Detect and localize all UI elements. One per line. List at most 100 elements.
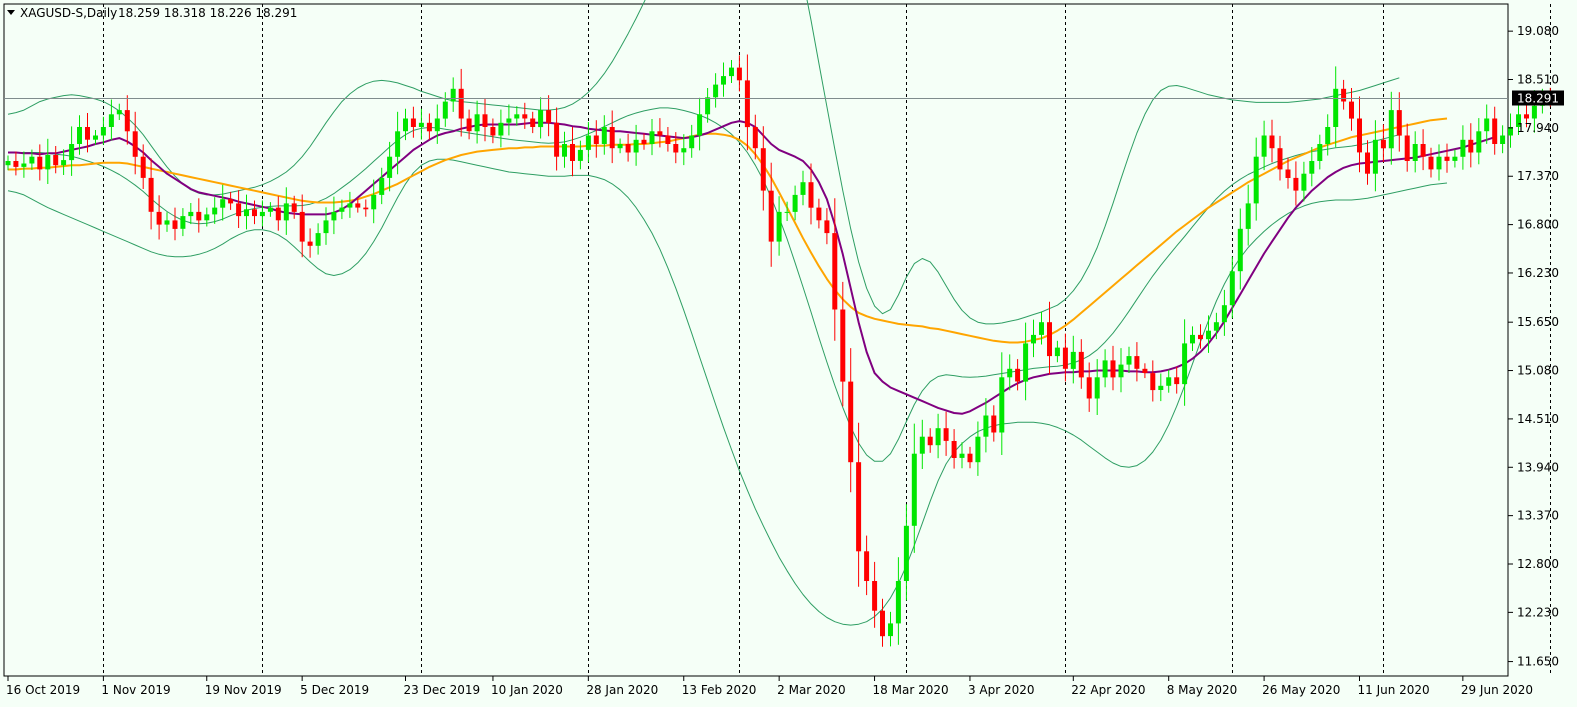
- candle-body: [37, 156, 43, 170]
- candle-body: [760, 148, 766, 191]
- candle-body: [410, 118, 416, 127]
- candle-body: [736, 67, 742, 81]
- candle-body: [800, 182, 806, 195]
- date-tick-label: 16 Oct 2019: [6, 683, 80, 697]
- date-tick-label: 3 Apr 2020: [968, 683, 1035, 697]
- date-tick-label: 5 Dec 2019: [300, 683, 369, 697]
- candle-body: [1420, 144, 1426, 157]
- candle-body: [1341, 88, 1347, 102]
- candle-body: [1253, 156, 1259, 204]
- candle-body: [188, 211, 194, 217]
- candle-body: [426, 122, 432, 132]
- candle-body: [609, 127, 615, 149]
- candle-body: [776, 211, 782, 242]
- candle-body: [1460, 139, 1466, 157]
- price-tick-label: 15.650: [1517, 315, 1559, 329]
- candle-body: [116, 110, 122, 115]
- candle-body: [721, 76, 726, 85]
- candle-body: [204, 214, 210, 221]
- price-tick-label: 15.080: [1517, 364, 1559, 378]
- candle-body: [919, 436, 925, 454]
- candle-body: [21, 163, 27, 167]
- date-tick-label: 29 Jun 2020: [1461, 683, 1533, 697]
- symbol-label: XAGUSD-S,Daily: [20, 6, 117, 20]
- candle-body: [331, 211, 337, 221]
- candle-body: [1452, 156, 1458, 161]
- price-tick-label: 16.800: [1517, 218, 1559, 232]
- candle-body: [434, 118, 440, 132]
- candle-body: [506, 118, 512, 123]
- candle-body: [275, 207, 281, 221]
- candle-body: [1166, 377, 1172, 386]
- candle-body: [29, 156, 35, 164]
- candle-body: [347, 203, 353, 208]
- candle-body: [1357, 118, 1362, 153]
- candle-body: [1484, 118, 1490, 132]
- candle-body: [283, 203, 289, 221]
- candle-body: [848, 381, 854, 463]
- candle-body: [1054, 347, 1060, 357]
- candle-body: [1492, 118, 1498, 144]
- candle-body: [1476, 131, 1482, 153]
- candle-body: [69, 144, 75, 161]
- candle-body: [673, 144, 679, 153]
- chart-background: [0, 0, 1577, 707]
- candle-body: [681, 148, 687, 153]
- date-tick-label: 19 Nov 2019: [205, 683, 282, 697]
- candle-body: [1372, 139, 1378, 174]
- candle-body: [1245, 203, 1251, 229]
- candle-body: [1126, 356, 1132, 365]
- candle-body: [1086, 377, 1092, 399]
- candle-body: [744, 80, 750, 128]
- candle-body: [1468, 139, 1474, 153]
- price-tick-label: 19.080: [1517, 24, 1559, 38]
- candle-body: [522, 114, 528, 119]
- candle-body: [307, 241, 313, 246]
- date-tick-label: 23 Dec 2019: [404, 683, 481, 697]
- candle-body: [1078, 351, 1084, 378]
- date-tick-label: 10 Jan 2020: [491, 683, 563, 697]
- price-chart[interactable]: 19.080 18.510 17.940 17.370 16.800 16.230 15.6…: [0, 0, 1577, 707]
- candle-body: [625, 144, 631, 153]
- date-tick-label: 13 Feb 2020: [682, 683, 757, 697]
- candle-body: [1158, 385, 1164, 390]
- candle-body: [212, 207, 218, 215]
- candle-body: [967, 453, 973, 463]
- candle-body: [450, 88, 456, 102]
- candle-body: [1213, 322, 1219, 331]
- candle-body: [1285, 169, 1291, 178]
- candle-body: [236, 203, 242, 217]
- candle-body: [13, 161, 19, 167]
- candle-body: [164, 220, 170, 225]
- candle-body: [856, 462, 862, 552]
- candle-body: [1524, 114, 1529, 119]
- candle-body: [1309, 161, 1315, 174]
- candle-body: [864, 551, 870, 581]
- candle-body: [689, 135, 695, 149]
- candle-body: [291, 203, 297, 212]
- price-tick-label: 13.940: [1517, 460, 1559, 474]
- chart-window: 19.080 18.510 17.940 17.370 16.800 16.230 15.6…: [0, 0, 1577, 707]
- candle-body: [641, 139, 647, 144]
- candle-body: [792, 194, 798, 212]
- candle-body: [784, 211, 790, 213]
- candle-body: [442, 101, 448, 119]
- price-tick-label: 17.370: [1517, 169, 1559, 183]
- candle-body: [85, 127, 90, 140]
- candle-body: [315, 233, 321, 246]
- candle-body: [1031, 334, 1036, 344]
- candle-body: [1333, 88, 1339, 127]
- candle-body: [124, 110, 130, 132]
- candle-body: [1293, 177, 1299, 191]
- candle-body: [1237, 228, 1243, 272]
- current-price-label: 18.291: [1517, 92, 1559, 106]
- candle-body: [1349, 101, 1354, 119]
- candle-body: [363, 207, 369, 210]
- candle-body: [577, 149, 583, 161]
- candle-body: [482, 114, 488, 127]
- candle-body: [959, 453, 965, 458]
- candle-body: [538, 110, 544, 128]
- candle-body: [1365, 152, 1370, 174]
- price-tick-label: 18.510: [1517, 73, 1559, 87]
- candle-body: [1062, 347, 1068, 369]
